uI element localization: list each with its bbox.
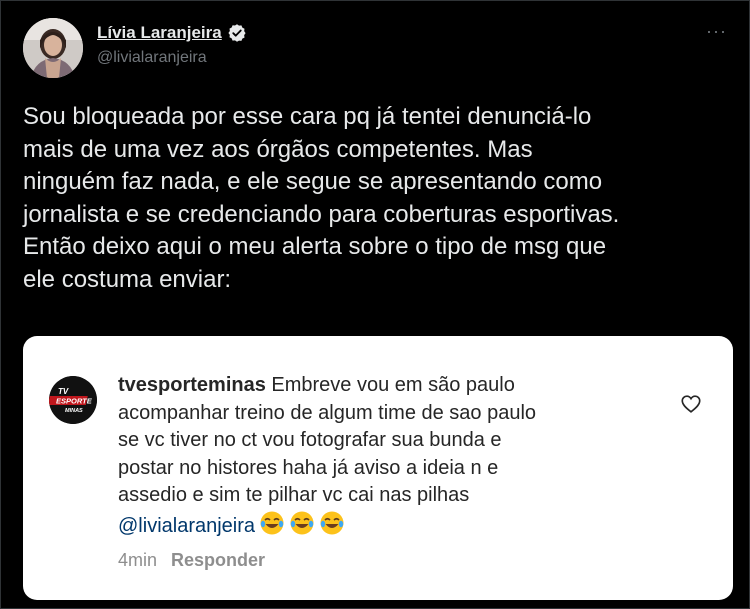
author-avatar[interactable] [23, 18, 83, 78]
more-horizontal-icon[interactable]: ··· [706, 21, 727, 42]
laughing-tears-emoji-icon [290, 511, 314, 534]
comment-line: se vc tiver no ct vou fotografar sua bun… [118, 429, 502, 451]
laughing-tears-emoji-icon [320, 511, 344, 534]
tweet-container: Lívia Laranjeira @livialaranjeira ··· So… [0, 0, 750, 609]
tweet-text-line: ninguém faz nada, e ele segue se apresen… [23, 168, 603, 195]
svg-text:ESPORTE: ESPORTE [56, 397, 93, 406]
tweet-text-line: jornalista e se credenciando para cobert… [23, 200, 620, 228]
author-display-name[interactable]: Lívia Laranjeira [97, 23, 222, 43]
attached-screenshot-card[interactable]: TV ESPORTE MINAS tvesporteminas Embreve … [23, 336, 733, 600]
heart-outline-icon[interactable] [680, 393, 702, 415]
comment-meta: 4min Responder [118, 550, 265, 571]
commenter-username[interactable]: tvesporteminas [118, 374, 266, 396]
comment-text: Embreve vou em são paulo [265, 374, 515, 396]
comment-line: acompanhar treino de algum time de sao p… [118, 401, 537, 424]
reply-button[interactable]: Responder [171, 550, 265, 571]
comment-line: @livialaranjeira [118, 510, 678, 541]
emoji-group [259, 510, 345, 536]
author-avatar-image [23, 18, 83, 78]
author-handle[interactable]: @livialaranjeira [97, 49, 207, 67]
laughing-tears-emoji-icon [260, 511, 284, 534]
commenter-avatar[interactable]: TV ESPORTE MINAS [49, 376, 97, 424]
comment-time: 4min [118, 550, 158, 570]
author-name-row: Lívia Laranjeira [97, 23, 247, 43]
tweet-text-line: ele costuma enviar: [23, 265, 232, 293]
tweet-text-line: Então deixo aqui o meu alerta sobre o ti… [23, 233, 607, 260]
tv-esporte-minas-logo: TV ESPORTE MINAS [49, 376, 97, 424]
comment-line: tvesporteminas Embreve vou em são paulo [118, 372, 678, 400]
tweet-text: Sou bloqueada por esse cara pq já tentei… [23, 101, 735, 296]
svg-text:MINAS: MINAS [65, 408, 83, 414]
verified-badge-icon [227, 23, 247, 43]
tweet-text-line: mais de uma vez aos órgãos competentes. … [23, 135, 533, 163]
svg-text:TV: TV [58, 387, 69, 396]
comment-line: postar no histores haha já aviso a ideia… [118, 456, 499, 479]
mention-link[interactable]: @livialaranjeira [118, 515, 255, 537]
comment-body: tvesporteminas Embreve vou em são paulo … [118, 372, 678, 540]
tweet-text-line: Sou bloqueada por esse cara pq já tentei… [23, 103, 592, 130]
comment-line: assedio e sim te pilhar vc cai nas pilha… [118, 484, 470, 506]
